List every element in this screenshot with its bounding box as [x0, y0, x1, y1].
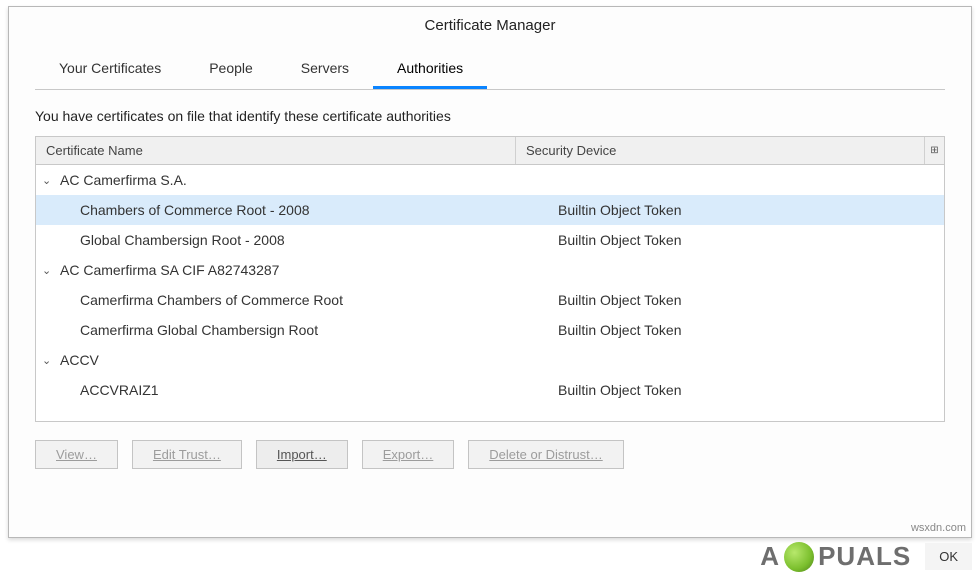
cert-group-name: AC Camerfirma S.A. — [60, 172, 540, 188]
description-text: You have certificates on file that ident… — [35, 108, 945, 124]
cert-device: Builtin Object Token — [554, 382, 944, 398]
cert-device: Builtin Object Token — [554, 232, 944, 248]
column-picker-icon[interactable]: ⊞ — [924, 137, 944, 164]
cert-group-name: ACCV — [60, 352, 540, 368]
view-button[interactable]: View… — [35, 440, 118, 469]
cert-name: Chambers of Commerce Root - 2008 — [80, 202, 554, 218]
chevron-down-icon[interactable]: ⌄ — [42, 264, 54, 277]
table-row[interactable]: ⌄ AC Camerfirma S.A. — [36, 165, 944, 195]
table-header: Certificate Name Security Device ⊞ — [36, 137, 944, 165]
logo-dot-icon — [784, 542, 814, 572]
chevron-down-icon[interactable]: ⌄ — [42, 174, 54, 187]
appuals-logo: A PUALS — [760, 541, 911, 572]
certificate-manager-dialog: Certificate Manager Your Certificates Pe… — [8, 6, 972, 538]
table-row[interactable]: ACCVRAIZ1 Builtin Object Token — [36, 375, 944, 405]
button-row: View… Edit Trust… Import… Export… Delete… — [35, 440, 945, 469]
table-row[interactable]: ⌄ AC Camerfirma SA CIF A82743287 — [36, 255, 944, 285]
logo-text-left: A — [760, 541, 780, 572]
table-row[interactable]: Camerfirma Chambers of Commerce Root Bui… — [36, 285, 944, 315]
edit-trust-button[interactable]: Edit Trust… — [132, 440, 242, 469]
cert-name: ACCVRAIZ1 — [80, 382, 554, 398]
column-certificate-name[interactable]: Certificate Name — [36, 137, 516, 164]
cert-group-name: AC Camerfirma SA CIF A82743287 — [60, 262, 540, 278]
table-row[interactable]: Chambers of Commerce Root - 2008 Builtin… — [36, 195, 944, 225]
table-row[interactable]: ⌄ ACCV — [36, 345, 944, 375]
delete-distrust-button[interactable]: Delete or Distrust… — [468, 440, 623, 469]
tab-servers[interactable]: Servers — [277, 48, 373, 89]
cert-device: Builtin Object Token — [554, 292, 944, 308]
tab-authorities[interactable]: Authorities — [373, 48, 487, 89]
logo-text-right: PUALS — [818, 541, 911, 572]
certificate-table: Certificate Name Security Device ⊞ ⌄ AC … — [35, 136, 945, 422]
dialog-title: Certificate Manager — [9, 7, 971, 48]
cert-name: Global Chambersign Root - 2008 — [80, 232, 554, 248]
cert-device: Builtin Object Token — [554, 322, 944, 338]
tab-people[interactable]: People — [185, 48, 277, 89]
cert-name: Camerfirma Global Chambersign Root — [80, 322, 554, 338]
cert-device: Builtin Object Token — [554, 202, 944, 218]
table-body[interactable]: ⌄ AC Camerfirma S.A. Chambers of Commerc… — [36, 165, 944, 421]
tabs-bar: Your Certificates People Servers Authori… — [35, 48, 945, 90]
import-button[interactable]: Import… — [256, 440, 348, 469]
table-row[interactable]: Global Chambersign Root - 2008 Builtin O… — [36, 225, 944, 255]
footer: A PUALS OK — [760, 541, 972, 572]
table-row[interactable]: Camerfirma Global Chambersign Root Built… — [36, 315, 944, 345]
tab-your-certificates[interactable]: Your Certificates — [35, 48, 185, 89]
export-button[interactable]: Export… — [362, 440, 455, 469]
ok-button[interactable]: OK — [925, 543, 972, 570]
watermark-text: wsxdn.com — [911, 522, 966, 534]
chevron-down-icon[interactable]: ⌄ — [42, 354, 54, 367]
column-security-device[interactable]: Security Device — [516, 137, 924, 164]
cert-name: Camerfirma Chambers of Commerce Root — [80, 292, 554, 308]
